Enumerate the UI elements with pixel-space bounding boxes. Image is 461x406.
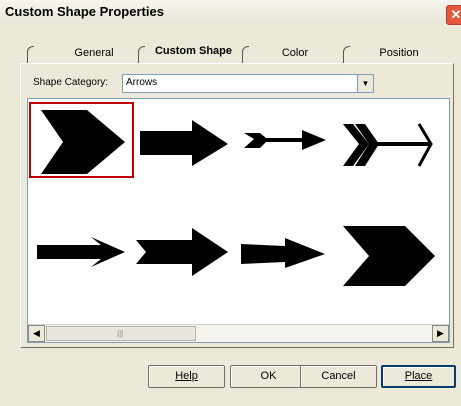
tab-custom-shape[interactable]: Custom Shape	[145, 42, 242, 61]
cancel-button[interactable]: Cancel	[300, 365, 377, 388]
shape-arrow-triple-chevron-line[interactable]	[343, 104, 443, 174]
title-bar: Custom Shape Properties ✕	[0, 0, 461, 25]
shape-arrow-feathered[interactable]	[244, 104, 344, 174]
shape-arrow-tapered[interactable]	[241, 216, 341, 286]
help-button[interactable]: Help	[148, 365, 225, 388]
shape-arrow-pentagon[interactable]	[343, 216, 443, 286]
help-label: Help	[175, 370, 198, 382]
tab-separator	[242, 46, 249, 64]
shape-arrow-chevron-large[interactable]	[29, 102, 134, 178]
shape-arrow-block[interactable]	[140, 104, 240, 174]
tab-separator	[343, 46, 350, 64]
scroll-left-icon[interactable]: ◀	[28, 325, 45, 342]
scrollbar-thumb[interactable]: |||	[46, 326, 196, 341]
shape-arrow-notched[interactable]	[136, 216, 236, 286]
scroll-right-icon[interactable]: ▶	[432, 325, 449, 342]
close-icon[interactable]: ✕	[446, 5, 461, 25]
grip-icon: |||	[117, 329, 124, 338]
tab-position[interactable]: Position	[352, 44, 446, 63]
tab-general[interactable]: General	[60, 44, 128, 63]
place-button[interactable]: Place	[381, 365, 456, 388]
window-title: Custom Shape Properties	[5, 4, 164, 19]
place-label: Place	[404, 370, 433, 382]
shape-list[interactable]: ◀ ||| ▶	[27, 98, 450, 343]
chevron-down-icon[interactable]: ▼	[357, 75, 373, 92]
tab-separator	[138, 46, 145, 64]
shape-category-select[interactable]: Arrows ▼	[122, 74, 374, 93]
ok-button[interactable]: OK	[230, 365, 307, 388]
tab-color[interactable]: Color	[250, 44, 340, 63]
shape-category-label: Shape Category:	[33, 77, 109, 88]
shape-category-value: Arrows	[126, 77, 158, 88]
shape-arrow-line[interactable]	[31, 216, 131, 286]
tab-separator	[27, 46, 34, 64]
horizontal-scrollbar[interactable]: ◀ ||| ▶	[28, 324, 449, 342]
